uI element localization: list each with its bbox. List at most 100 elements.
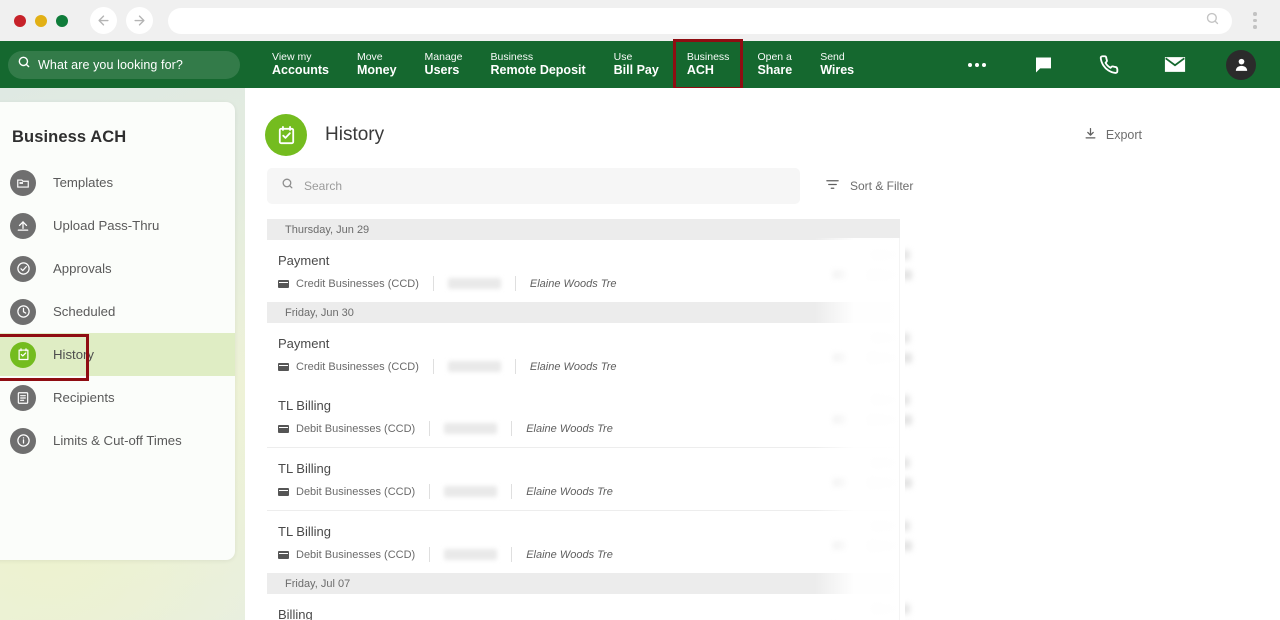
divider [511, 547, 513, 562]
table-row[interactable]: Payment Credit Businesses (CCD) Elaine W… [267, 323, 912, 385]
maximize-window-button[interactable] [56, 14, 68, 27]
transaction-type: Debit Businesses (CCD) [296, 422, 416, 435]
arrow-left-icon [96, 13, 111, 28]
sidebar-item-label: Upload Pass-Thru [53, 218, 160, 233]
list-icon [10, 384, 36, 411]
redacted-account-value [447, 361, 501, 372]
redacted-amount [872, 395, 910, 405]
nav-item-send-wires[interactable]: Send Wires [806, 41, 868, 88]
transaction-recipient: Elaine Woods Tre [526, 422, 613, 435]
minimize-window-button[interactable] [35, 14, 47, 27]
nav-item-line1: Open a [757, 50, 792, 63]
sort-filter-label: Sort & Filter [850, 179, 914, 193]
window-traffic-lights [14, 14, 68, 27]
sidebar-item-limits-cutoff-times[interactable]: Limits & Cut-off Times [0, 419, 235, 462]
chat-bubble-icon[interactable] [1010, 41, 1076, 88]
redacted-status [833, 270, 846, 279]
table-row[interactable]: Payment Credit Businesses (CCD) Elaine W… [267, 240, 912, 302]
global-search-input[interactable]: What are you looking for? [8, 50, 240, 79]
date-group-header: Thursday, Jun 29 [267, 219, 900, 240]
redacted-account-value [444, 423, 498, 434]
redacted-status [833, 541, 846, 550]
redacted-amount [872, 250, 910, 260]
nav-item-line1: View my [272, 50, 312, 63]
export-button[interactable]: Export [1084, 127, 1142, 143]
redacted-status [833, 478, 846, 487]
transaction-recipient: Elaine Woods Tre [529, 360, 617, 373]
sidebar-item-label: Recipients [53, 390, 115, 405]
divider [432, 359, 434, 374]
table-row[interactable]: TL Billing Debit Businesses (CCD) Elaine… [267, 448, 912, 511]
transaction-type: Debit Businesses (CCD) [296, 548, 416, 561]
sidebar-item-upload-pass-thru[interactable]: Upload Pass-Thru [0, 204, 235, 247]
sidebar-item-approvals[interactable]: Approvals [0, 247, 235, 290]
redacted-balance [868, 478, 912, 488]
transaction-recipient: Elaine Woods Tre [526, 548, 613, 561]
table-row[interactable]: TL Billing Debit Businesses (CCD) Elaine… [267, 511, 912, 573]
redacted-balance [868, 541, 912, 551]
account-card-icon [278, 424, 289, 433]
sort-filter-button[interactable]: Sort & Filter [825, 178, 913, 194]
avatar [1226, 49, 1256, 80]
redacted-amount [872, 521, 910, 531]
transaction-type: Debit Businesses (CCD) [296, 485, 416, 498]
sidebar-item-label: History [53, 347, 95, 362]
nav-item-line1: Use [613, 50, 633, 63]
divider [429, 421, 431, 436]
primary-navigation: What are you looking for? View my Accoun… [0, 39, 1280, 90]
address-bar[interactable] [168, 7, 1232, 34]
check-circle-icon [10, 255, 36, 282]
main-content: History Export Search Sort & Filter Thur… [245, 88, 1280, 620]
nav-item-move-money[interactable]: Move Money [343, 41, 411, 88]
forward-button[interactable] [126, 7, 153, 34]
kebab-menu-icon[interactable] [1244, 6, 1266, 36]
content-header: History Export [245, 88, 1280, 158]
nav-item-line2: Money [356, 63, 397, 78]
sidebar-item-scheduled[interactable]: Scheduled [0, 290, 235, 333]
sidebar-item-templates[interactable]: Templates [0, 161, 235, 204]
nav-item-bill-pay[interactable]: Use Bill Pay [600, 41, 673, 88]
phone-icon[interactable] [1076, 41, 1142, 88]
search-icon [1205, 11, 1220, 31]
envelope-icon[interactable] [1142, 41, 1208, 88]
sidebar-item-label: Limits & Cut-off Times [53, 433, 182, 448]
nav-item-business-ach[interactable]: Business ACH [672, 39, 744, 90]
redacted-account-value [444, 486, 498, 497]
back-button[interactable] [90, 7, 117, 34]
search-input[interactable]: Search [267, 168, 800, 204]
nav-item-line1: Business [686, 50, 730, 63]
transaction-amounts [800, 393, 920, 433]
user-menu-button[interactable] [1208, 41, 1274, 88]
more-ellipsis-icon[interactable] [944, 41, 1010, 88]
transaction-type: Credit Businesses (CCD) [296, 277, 419, 290]
search-icon [281, 177, 294, 195]
date-group-header: Friday, Jul 07 [267, 573, 900, 594]
sidebar: Business ACH Templates Upload Pass-Thru [0, 102, 235, 560]
sidebar-item-recipients[interactable]: Recipients [0, 376, 235, 419]
history-clipboard-icon [265, 114, 307, 156]
nav-item-manage-users[interactable]: Manage Users [411, 41, 477, 88]
close-window-button[interactable] [14, 14, 26, 27]
global-search-placeholder: What are you looking for? [38, 57, 183, 72]
nav-item-line2: Users [424, 63, 460, 78]
sidebar-item-history[interactable]: History [0, 333, 235, 381]
folder-icon [10, 169, 36, 196]
nav-items: View my Accounts Move Money Manage Users… [258, 39, 944, 90]
nav-item-remote-deposit[interactable]: Business Remote Deposit [477, 41, 600, 88]
sidebar-item-label: Scheduled [53, 304, 116, 319]
nav-item-open-share[interactable]: Open a Share [743, 41, 806, 88]
divider [511, 484, 513, 499]
sidebar-item-label: Templates [53, 175, 114, 190]
transaction-amounts [800, 248, 920, 288]
nav-item-line1: Send [820, 50, 845, 63]
page-body: Business ACH Templates Upload Pass-Thru [0, 88, 1280, 620]
account-card-icon [278, 487, 289, 496]
nav-item-accounts[interactable]: View my Accounts [258, 41, 343, 88]
redacted-amount [872, 458, 910, 468]
arrow-right-icon [132, 13, 147, 28]
info-icon [10, 427, 36, 454]
transaction-amounts [800, 602, 920, 620]
divider [514, 276, 516, 291]
table-row[interactable]: Billing Debit Businesses (CCD) Elaine Wo… [267, 594, 910, 620]
table-row[interactable]: TL Billing Debit Businesses (CCD) Elaine… [267, 385, 912, 448]
